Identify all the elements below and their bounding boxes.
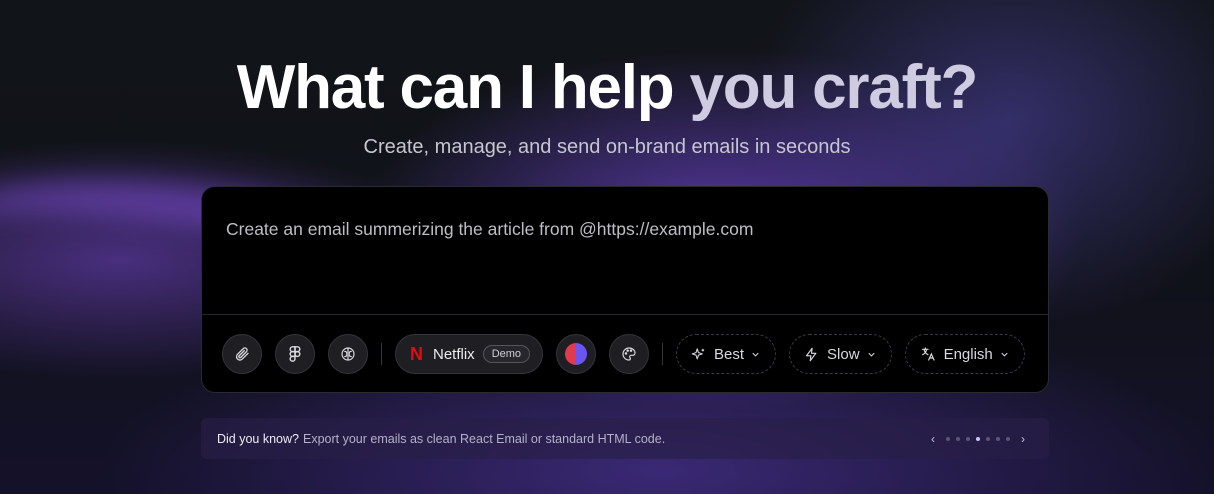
page-title: What can I help you craft? (0, 52, 1214, 123)
tip-lead: Did you know? (217, 431, 299, 446)
palette-icon (622, 347, 636, 361)
brand-colors-button[interactable] (556, 334, 597, 374)
language-label: English (943, 345, 993, 363)
toolbar-separator (662, 343, 664, 365)
language-selector[interactable]: English (904, 334, 1025, 374)
tip-page-dot[interactable] (946, 436, 950, 441)
netflix-logo-icon: N (410, 343, 423, 364)
tip-next-button[interactable]: › (1021, 432, 1025, 446)
lightning-icon (805, 347, 817, 361)
tip-page-dot[interactable] (996, 436, 1000, 441)
demo-badge: Demo (482, 345, 531, 363)
chevron-down-icon (1001, 352, 1008, 357)
paperclip-icon (235, 347, 249, 361)
brand-name: Netflix (433, 345, 475, 363)
composer-divider (202, 314, 1048, 315)
translate-icon (921, 347, 935, 361)
tip-page-dot[interactable] (1006, 436, 1010, 441)
speed-selector[interactable]: Slow (789, 334, 892, 374)
prompt-composer: Create an email summerizing the article … (201, 186, 1049, 393)
brain-icon (341, 347, 355, 361)
brand-selector[interactable]: N Netflix Demo (395, 334, 544, 374)
tip-page-dot[interactable] (956, 436, 960, 441)
tip-page-dot[interactable] (986, 436, 990, 441)
speed-label: Slow (827, 345, 860, 363)
quality-label: Best (714, 345, 745, 363)
color-swatch-icon (565, 343, 588, 365)
chevron-down-icon (752, 352, 759, 357)
tip-message: Export your emails as clean React Email … (303, 431, 666, 446)
tip-banner: Did you know? Export your emails as clea… (201, 418, 1049, 459)
tip-page-dot[interactable] (976, 436, 980, 441)
sparkles-icon (691, 347, 705, 359)
page-subtitle: Create, manage, and send on-brand emails… (363, 136, 851, 158)
quality-selector[interactable]: Best (676, 334, 777, 374)
figma-icon (289, 346, 301, 362)
tip-dots (943, 436, 1013, 441)
brain-button[interactable] (328, 334, 368, 374)
palette-button[interactable] (609, 334, 650, 374)
figma-button[interactable] (275, 334, 315, 374)
chevron-down-icon (867, 352, 875, 357)
toolbar-separator (381, 343, 382, 365)
tip-page-dot[interactable] (966, 436, 970, 441)
title-main: What can I help (236, 53, 690, 122)
tip-prev-button[interactable]: ‹ (931, 432, 935, 446)
tip-pager: ‹ › (923, 418, 1033, 459)
prompt-input[interactable]: Create an email summerizing the article … (226, 219, 753, 240)
title-muted: you craft? (689, 53, 979, 122)
composer-toolbar: N Netflix Demo Best Slow English (222, 334, 1038, 374)
attach-button[interactable] (222, 334, 262, 374)
